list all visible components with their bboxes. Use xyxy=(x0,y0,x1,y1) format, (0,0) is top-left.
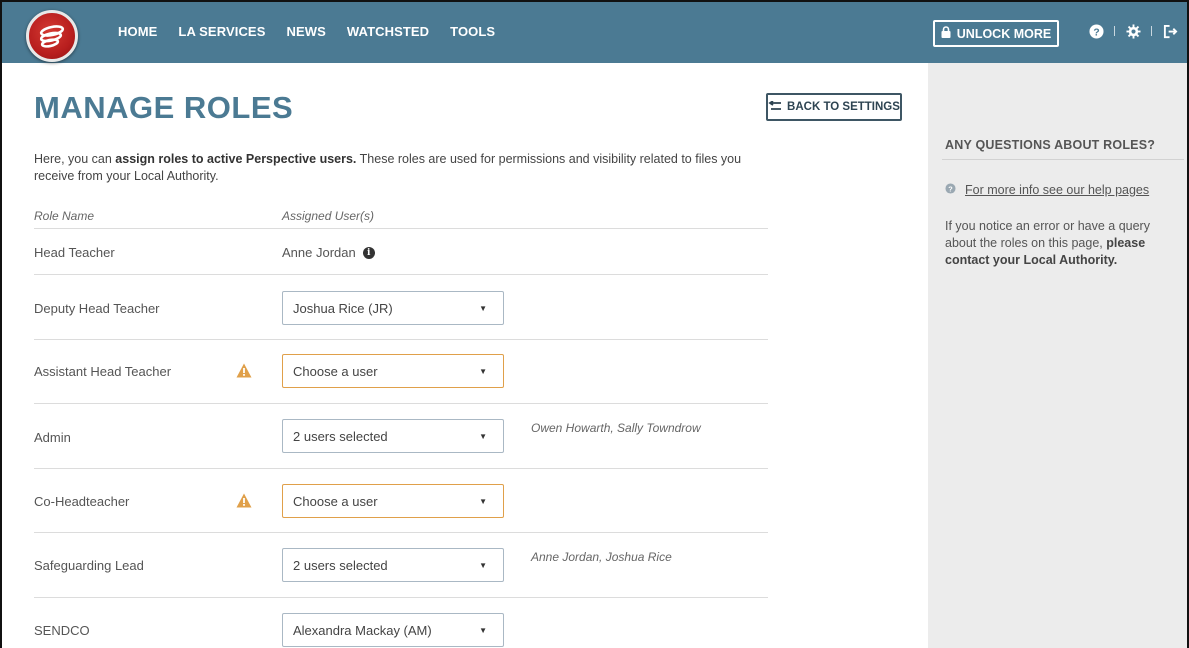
assigned-user-name: Anne Jordan xyxy=(282,245,356,260)
svg-text:?: ? xyxy=(1093,27,1099,38)
svg-text:?: ? xyxy=(948,184,953,193)
nav-la-services[interactable]: LA SERVICES xyxy=(178,24,265,39)
select-value: Choose a user xyxy=(293,363,378,379)
role-name: Deputy Head Teacher xyxy=(34,301,160,316)
caret-down-icon: ▼ xyxy=(479,626,487,635)
divider xyxy=(1151,26,1152,36)
row-divider xyxy=(34,597,768,598)
app-frame: HOME LA SERVICES NEWS WATCHSTED TOOLS UN… xyxy=(0,0,1189,648)
brand-logo[interactable] xyxy=(26,10,78,62)
user-select-safeguarding-lead[interactable]: 2 users selected ▼ xyxy=(282,548,504,582)
unlock-more-label: UNLOCK MORE xyxy=(956,26,1052,41)
user-select-admin[interactable]: 2 users selected ▼ xyxy=(282,419,504,453)
top-icon-group: ? xyxy=(1088,22,1178,40)
selected-user-names: Owen Howarth, Sally Towndrow xyxy=(531,421,701,435)
role-name: Assistant Head Teacher xyxy=(34,364,172,379)
sidebar-note: If you notice an error or have a query a… xyxy=(945,218,1183,269)
help-sidebar: ANY QUESTIONS ABOUT ROLES? ? For more in… xyxy=(928,63,1187,648)
row-divider xyxy=(34,274,768,275)
help-icon[interactable]: ? xyxy=(1088,22,1104,40)
row-divider xyxy=(34,403,768,404)
warning-icon xyxy=(236,363,252,383)
column-header-role: Role Name xyxy=(34,209,95,223)
settings-icon[interactable] xyxy=(1125,22,1141,40)
sidebar-divider xyxy=(942,159,1184,160)
help-pages-link[interactable]: ? For more info see our help pages xyxy=(945,183,1149,197)
selected-user-names: Anne Jordan, Joshua Rice xyxy=(531,550,672,564)
user-select-co-headteacher[interactable]: Choose a user ▼ xyxy=(282,484,504,518)
info-icon[interactable]: i xyxy=(362,246,375,259)
row-divider xyxy=(34,339,768,340)
nav-news[interactable]: NEWS xyxy=(286,24,325,39)
page-title: MANAGE ROLES xyxy=(34,90,294,125)
role-name: Admin xyxy=(34,430,71,445)
select-value: Alexandra Mackay (AM) xyxy=(293,622,432,638)
user-select-deputy-head[interactable]: Joshua Rice (JR) ▼ xyxy=(282,291,504,325)
caret-down-icon: ▼ xyxy=(479,497,487,506)
intro-text: Here, you can assign roles to active Per… xyxy=(34,151,764,185)
select-value: Choose a user xyxy=(293,493,378,509)
row-divider xyxy=(34,228,768,229)
top-nav-bar: HOME LA SERVICES NEWS WATCHSTED TOOLS UN… xyxy=(2,2,1187,63)
intro-bold: assign roles to active Perspective users… xyxy=(115,152,357,166)
nav-home[interactable]: HOME xyxy=(118,24,157,39)
intro-pre: Here, you can xyxy=(34,152,116,166)
sidebar-title: ANY QUESTIONS ABOUT ROLES? xyxy=(945,138,1156,152)
role-name: Head Teacher xyxy=(34,245,115,260)
divider xyxy=(1114,26,1115,36)
main-nav: HOME LA SERVICES NEWS WATCHSTED TOOLS xyxy=(118,24,516,39)
assigned-user: Anne Jordan i xyxy=(282,245,375,260)
row-divider xyxy=(34,532,768,533)
caret-down-icon: ▼ xyxy=(479,432,487,441)
lock-icon xyxy=(941,26,951,41)
unlock-more-button[interactable]: UNLOCK MORE xyxy=(933,20,1059,47)
caret-down-icon: ▼ xyxy=(479,561,487,570)
role-name: Co-Headteacher xyxy=(34,494,130,509)
row-divider xyxy=(34,468,768,469)
caret-down-icon: ▼ xyxy=(479,304,487,313)
warning-icon xyxy=(236,493,252,513)
nav-tools[interactable]: TOOLS xyxy=(450,24,495,39)
back-to-settings-button[interactable]: BACK TO SETTINGS xyxy=(766,93,902,121)
help-pages-link-text[interactable]: For more info see our help pages xyxy=(965,183,1149,197)
user-select-assistant-head[interactable]: Choose a user ▼ xyxy=(282,354,504,388)
back-to-settings-label: BACK TO SETTINGS xyxy=(787,101,900,113)
select-value: Joshua Rice (JR) xyxy=(293,300,393,316)
nav-watchsted[interactable]: WATCHSTED xyxy=(347,24,429,39)
logout-icon[interactable] xyxy=(1162,22,1178,40)
caret-down-icon: ▼ xyxy=(479,367,487,376)
column-header-users: Assigned User(s) xyxy=(282,209,375,223)
role-name: Safeguarding Lead xyxy=(34,558,144,573)
back-arrow-icon xyxy=(768,99,782,114)
user-select-sendco[interactable]: Alexandra Mackay (AM) ▼ xyxy=(282,613,504,647)
role-name: SENDCO xyxy=(34,623,90,638)
select-value: 2 users selected xyxy=(293,428,388,444)
select-value: 2 users selected xyxy=(293,557,388,573)
question-circle-icon: ? xyxy=(945,183,956,197)
